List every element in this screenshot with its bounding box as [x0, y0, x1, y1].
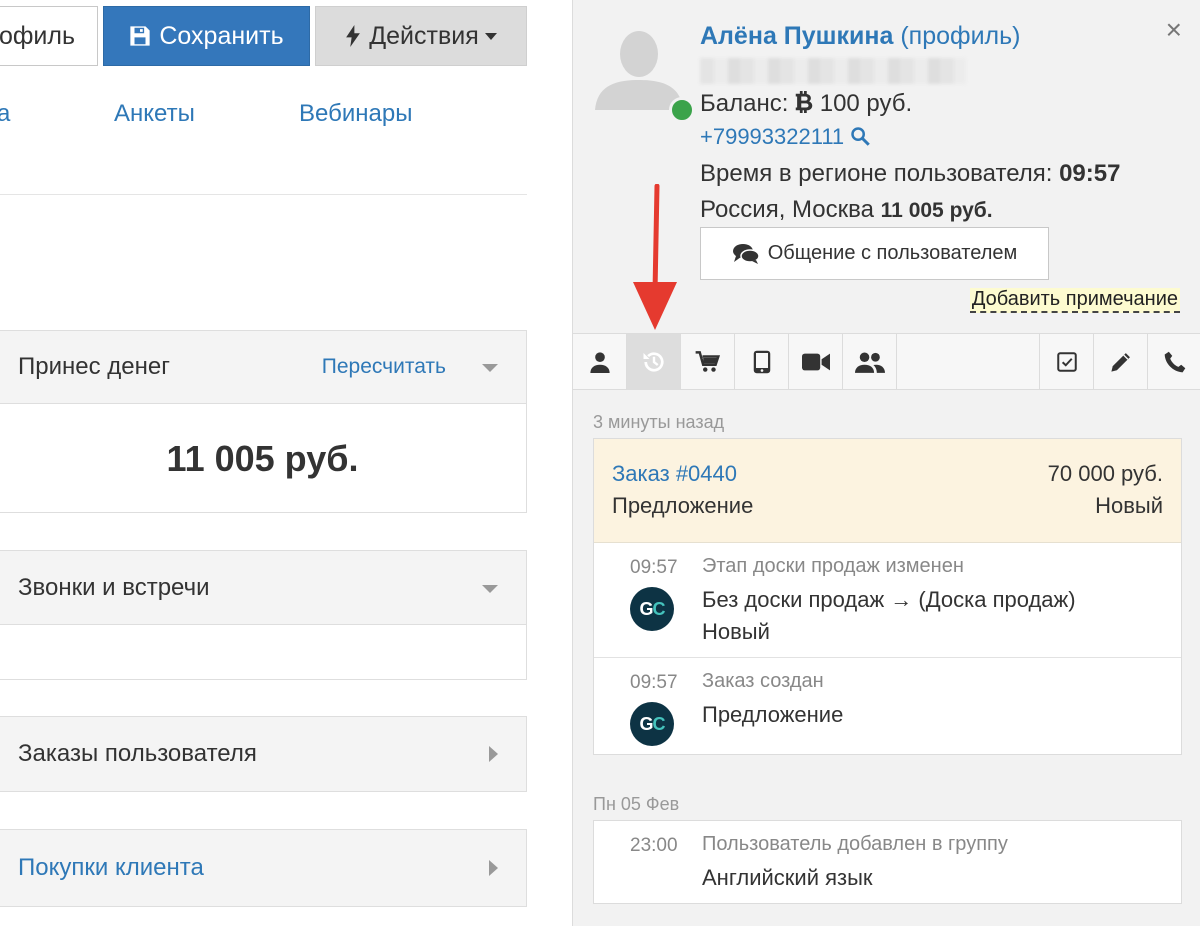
- timeline-card: 23:00 Пользователь добавлен в группу Анг…: [593, 820, 1182, 904]
- chevron-down-icon: [484, 32, 497, 40]
- user-region-amount: 11 005 руб.: [880, 199, 993, 222]
- pencil-icon: [1110, 353, 1130, 372]
- avatar: [593, 22, 685, 110]
- group-icon: [854, 352, 885, 373]
- orders-panel-title: Заказы пользователя: [18, 740, 257, 767]
- add-note-link[interactable]: Добавить примечание: [969, 288, 1180, 313]
- left-pane: офиль Сохранить Действия а Анкеты Вебина…: [0, 0, 572, 926]
- chat-with-user-button[interactable]: Общение с пользователем: [700, 227, 1049, 280]
- chevron-down-icon[interactable]: [482, 584, 498, 593]
- nav-link-forms[interactable]: Анкеты: [114, 100, 195, 128]
- user-region: Россия, Москва: [700, 196, 874, 223]
- timeline-event: 23:00 Пользователь добавлен в группу Анг…: [594, 821, 1181, 903]
- checkbox-icon: [1056, 352, 1077, 372]
- order-status: Новый: [1095, 493, 1163, 518]
- user-region-line: Россия, Москва 11 005 руб.: [700, 196, 993, 224]
- event-title: Заказ создан: [702, 670, 824, 692]
- event-time: 23:00: [630, 835, 678, 856]
- tab-notes[interactable]: [1093, 334, 1147, 390]
- order-link[interactable]: Заказ #0440: [612, 461, 737, 487]
- tab-history[interactable]: [627, 334, 681, 390]
- profile-link[interactable]: (профиль): [900, 22, 1020, 50]
- event-text: Новый: [702, 619, 770, 644]
- bitcoin-icon: [795, 91, 813, 113]
- save-button-label: Сохранить: [159, 21, 284, 50]
- user-name-link[interactable]: Алёна Пушкина: [700, 22, 893, 50]
- nav-divider: [0, 194, 527, 195]
- purchases-panel-title[interactable]: Покупки клиента: [18, 854, 204, 882]
- balance-line: Баланс: 100 руб.: [700, 90, 912, 118]
- tab-calls[interactable]: [1147, 334, 1200, 390]
- phone-icon: [1164, 351, 1185, 373]
- event-time: 09:57: [630, 672, 678, 693]
- calls-panel-title: Звонки и встречи: [18, 573, 210, 601]
- lightning-icon: [346, 25, 361, 47]
- tab-webinars[interactable]: [789, 334, 843, 390]
- event-text: Без доски продаж → (Доска продаж): [702, 587, 1076, 612]
- tab-tasks[interactable]: [1039, 334, 1093, 390]
- save-button[interactable]: Сохранить: [103, 6, 310, 66]
- event-text: Английский язык: [702, 865, 873, 890]
- video-icon: [801, 353, 830, 371]
- user-time-value: 09:57: [1059, 160, 1121, 187]
- user-tabs: [573, 333, 1200, 390]
- search-icon[interactable]: [850, 126, 871, 146]
- profile-button[interactable]: офиль: [0, 6, 98, 66]
- purchases-panel-header[interactable]: Покупки клиента: [0, 829, 527, 907]
- event-title: Пользователь добавлен в группу: [702, 833, 1008, 855]
- order-type: Предложение: [612, 493, 754, 518]
- chevron-right-icon[interactable]: [489, 860, 498, 876]
- timeline-day-label: 3 минуты назад: [593, 412, 725, 432]
- timeline-day-label: Пн 05 Фев: [593, 794, 680, 814]
- money-panel-title: Принес денег: [18, 353, 170, 380]
- phone-line: +79993322111: [700, 124, 871, 150]
- avatar: GC: [630, 702, 674, 746]
- chevron-right-icon[interactable]: [489, 746, 498, 762]
- timeline-event: 09:57 Заказ создан GC Предложение: [594, 657, 1181, 754]
- tab-devices[interactable]: [735, 334, 789, 390]
- nav-link-partial[interactable]: а: [0, 100, 10, 128]
- money-value: 11 005 руб.: [166, 438, 359, 479]
- actions-button[interactable]: Действия: [315, 6, 527, 66]
- balance-label: Баланс:: [700, 90, 789, 117]
- tab-orders[interactable]: [681, 334, 735, 390]
- orders-panel-header[interactable]: Заказы пользователя: [0, 716, 527, 792]
- event-text: Предложение: [702, 702, 844, 727]
- online-status-indicator: [669, 97, 695, 123]
- close-icon[interactable]: ×: [1166, 16, 1182, 44]
- tab-profile[interactable]: [573, 334, 627, 390]
- tab-groups[interactable]: [843, 334, 897, 390]
- event-time: 09:57: [630, 557, 678, 578]
- order-amount: 70 000 руб.: [1047, 461, 1163, 486]
- timeline-card: Заказ #0440 70 000 руб. Предложение Новы…: [593, 438, 1182, 755]
- comments-icon: [732, 243, 760, 264]
- user-icon: [589, 352, 610, 373]
- chat-button-label: Общение с пользователем: [767, 242, 1018, 264]
- cart-icon: [695, 351, 720, 372]
- event-title: Этап доски продаж изменен: [702, 555, 964, 577]
- money-panel-header[interactable]: Принес денег Пересчитать: [0, 330, 527, 404]
- history-icon: [643, 352, 664, 372]
- money-panel-body: 11 005 руб.: [0, 404, 527, 513]
- calls-panel-body: [0, 625, 527, 680]
- phone-link[interactable]: +79993322111: [700, 124, 844, 149]
- user-name-line: Алёна Пушкина (профиль): [700, 22, 1021, 51]
- annotation-arrow-icon: [633, 184, 677, 330]
- recalculate-link[interactable]: Пересчитать: [322, 355, 446, 379]
- order-summary: Заказ #0440 70 000 руб. Предложение Новы…: [594, 439, 1181, 543]
- user-card-pane: × Алёна Пушкина (профиль) Баланс: 100 ру…: [572, 0, 1200, 926]
- nav-link-webinars[interactable]: Вебинары: [299, 100, 412, 128]
- profile-button-label: офиль: [0, 21, 75, 50]
- user-time-line: Время в регионе пользователя: 09:57: [700, 160, 1120, 188]
- calls-panel-header[interactable]: Звонки и встречи: [0, 550, 527, 625]
- timeline-event: 09:57 Этап доски продаж изменен GC Без д…: [594, 543, 1181, 657]
- actions-button-label: Действия: [369, 21, 479, 50]
- floppy-disk-icon: [130, 26, 150, 46]
- user-time-label: Время в регионе пользователя:: [700, 160, 1053, 187]
- blurred-email: [700, 58, 966, 84]
- balance-value: 100 руб.: [819, 90, 913, 117]
- tablet-icon: [753, 350, 770, 374]
- chevron-down-icon[interactable]: [482, 364, 498, 372]
- avatar: GC: [630, 587, 674, 631]
